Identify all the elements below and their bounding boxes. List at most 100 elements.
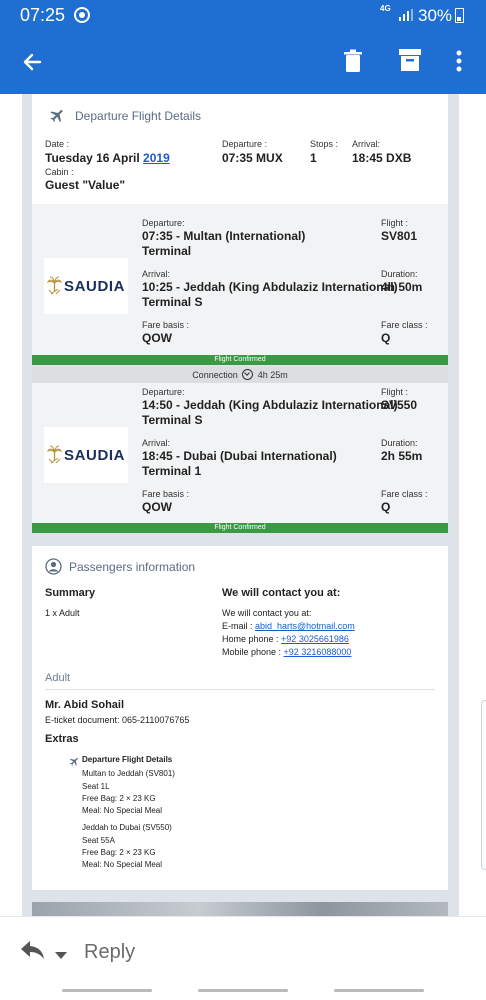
segment-fare-basis-value: QOW <box>142 331 172 345</box>
chevron-down-icon[interactable] <box>55 947 67 965</box>
arrival-time-label: Arrival: <box>352 139 381 149</box>
connection-duration: 4h 25m <box>257 370 288 380</box>
email-body[interactable]: Departure Flight Details Date : Tuesday … <box>0 94 486 916</box>
segment-departure-label: Departure: <box>142 387 185 397</box>
extras-heading: Extras <box>45 733 79 745</box>
contact-heading: We will contact you at: <box>222 587 341 599</box>
reply-bar: Reply <box>0 916 486 1000</box>
extras-seat: Seat 55A <box>82 836 115 845</box>
extras-title: Departure Flight Details <box>82 755 173 764</box>
arrival-time-value: 18:45 DXB <box>352 151 412 165</box>
nav-pill-left <box>62 989 152 992</box>
extras-meal: Meal: No Special Meal <box>82 806 163 815</box>
passengers-section-title: Passengers information <box>69 560 196 574</box>
segment-departure-terminal: Terminal <box>142 244 192 258</box>
status-bar: 07:25 4G 30% <box>0 0 486 30</box>
flight-segment-2: SAUDIA Departure: 14:50 - Jeddah (King A… <box>32 383 448 523</box>
user-circle-icon <box>45 558 62 580</box>
airline-logo: SAUDIA <box>44 427 128 483</box>
stops-value: 1 <box>310 151 317 165</box>
airplane-icon <box>49 107 66 129</box>
airplane-icon <box>69 754 80 772</box>
date-label: Date : <box>45 139 70 149</box>
segment-departure-label: Departure: <box>142 218 185 228</box>
nav-pill-center <box>198 989 288 992</box>
mobile-phone-row: Mobile phone : +92 3216088000 <box>222 647 352 657</box>
mobile-phone-link[interactable]: +92 3216088000 <box>284 647 352 657</box>
more-vertical-icon[interactable] <box>456 50 462 77</box>
stops-label: Stops : <box>310 139 339 149</box>
battery-icon <box>455 8 464 23</box>
connection-bar: Connection 4h 25m <box>32 367 448 383</box>
segment-fare-class-value: Q <box>381 500 391 514</box>
segment-arrival-value: 18:45 - Dubai (Dubai International) <box>142 449 337 463</box>
cabin-label: Cabin : <box>45 167 74 177</box>
cabin-value: Guest "Value" <box>45 178 126 192</box>
flight-segment-1: SAUDIA Departure: 07:35 - Multan (Intern… <box>32 204 448 355</box>
departure-time-value: 07:35 MUX <box>222 151 283 165</box>
network-type: 4G <box>380 4 391 13</box>
signal-icon <box>399 9 413 21</box>
segment-fare-class-label: Fare class : <box>381 489 428 499</box>
airline-name: SAUDIA <box>64 278 126 295</box>
segment-departure-terminal: Terminal S <box>142 413 203 427</box>
segment-flight-number: SV550 <box>381 398 418 412</box>
segment-fare-class-value: Q <box>381 331 391 345</box>
segment-departure-value: 14:50 - Jeddah (King Abdulaziz Internati… <box>142 398 398 412</box>
segment-fare-basis-label: Fare basis : <box>142 489 190 499</box>
battery-percent: 30% <box>418 6 453 25</box>
extras-route: Jeddah to Dubai (SV550) <box>82 823 172 832</box>
departure-section-title: Departure Flight Details <box>75 109 202 123</box>
airline-logo: SAUDIA <box>44 258 128 314</box>
divider <box>45 689 435 690</box>
archive-icon[interactable] <box>399 49 421 76</box>
segment-duration-label: Duration: <box>381 269 418 279</box>
segment-duration-value: 4h 50m <box>381 280 423 294</box>
palm-emblem-icon <box>47 276 62 295</box>
segment-arrival-terminal: Terminal 1 <box>142 464 202 478</box>
sync-icon <box>74 7 90 23</box>
segment-flight-label: Flight : <box>381 218 409 228</box>
promo-banner-image <box>32 902 448 916</box>
extras-bag: Free Bag: 2 × 23 KG <box>82 794 156 803</box>
segment-flight-label: Flight : <box>381 387 409 397</box>
summary-heading: Summary <box>45 587 96 599</box>
segment-duration-label: Duration: <box>381 438 418 448</box>
email-link[interactable]: abid_harts@hotmail.com <box>255 621 355 631</box>
flight-status-badge: Flight Confirmed <box>32 523 448 533</box>
palm-emblem-icon <box>47 445 62 464</box>
segment-departure-value: 07:35 - Multan (International) <box>142 229 306 243</box>
segment-flight-number: SV801 <box>381 229 418 243</box>
reply-button[interactable]: Reply <box>84 941 135 964</box>
airline-name: SAUDIA <box>64 447 126 464</box>
edge-panel-handle[interactable] <box>481 700 486 870</box>
segment-fare-basis-label: Fare basis : <box>142 320 190 330</box>
segment-arrival-label: Arrival: <box>142 269 171 279</box>
home-phone-link[interactable]: +92 3025661986 <box>281 634 349 644</box>
clock-icon <box>242 369 254 380</box>
arrow-left-icon[interactable] <box>20 50 44 79</box>
date-year-link[interactable]: 2019 <box>143 151 170 165</box>
summary-value: 1 x Adult <box>45 608 80 618</box>
trash-icon[interactable] <box>343 49 363 78</box>
contact-intro: We will contact you at: <box>222 608 312 618</box>
adult-heading: Adult <box>45 672 71 684</box>
passengers-card: Passengers information Summary 1 x Adult… <box>32 546 448 890</box>
departure-summary-card: Departure Flight Details Date : Tuesday … <box>32 94 448 204</box>
segment-arrival-label: Arrival: <box>142 438 171 448</box>
status-time: 07:25 <box>20 5 66 25</box>
segment-fare-class-label: Fare class : <box>381 320 428 330</box>
extras-meal: Meal: No Special Meal <box>82 860 163 869</box>
extras-route: Multan to Jeddah (SV801) <box>82 769 175 778</box>
departure-time-label: Departure : <box>222 139 268 149</box>
email-row: E-mail : abid_harts@hotmail.com <box>222 621 355 631</box>
segment-arrival-terminal: Terminal S <box>142 295 203 309</box>
segment-duration-value: 2h 55m <box>381 449 423 463</box>
passenger-name: Mr. Abid Sohail <box>45 699 125 711</box>
extras-seat: Seat 1L <box>82 782 110 791</box>
connection-label: Connection <box>192 370 238 380</box>
reply-icon[interactable] <box>20 939 46 966</box>
date-value: Tuesday 16 April 2019 <box>45 151 170 165</box>
segment-arrival-value: 10:25 - Jeddah (King Abdulaziz Internati… <box>142 280 398 294</box>
eticket-number: E-ticket document: 065-2110076765 <box>45 715 190 725</box>
